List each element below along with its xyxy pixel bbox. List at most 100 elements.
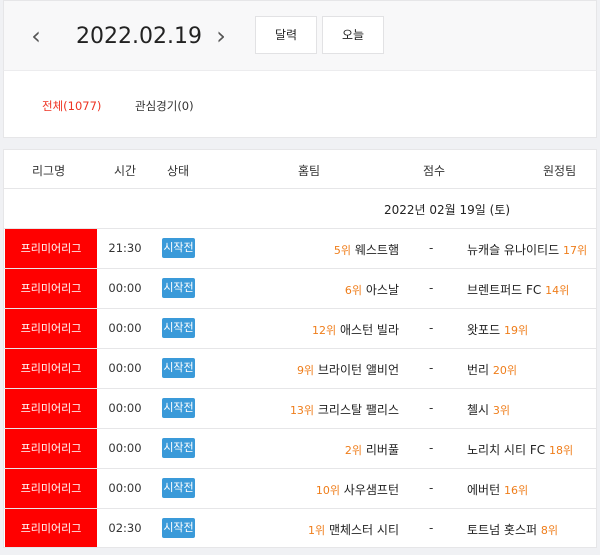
home-team[interactable]: 10위 사우샘프턴 (316, 481, 399, 498)
calendar-button[interactable]: 달력 (255, 16, 317, 54)
table-row[interactable]: 프리미어리그 21:30 시작전 5위 웨스트햄 - 뉴캐슬 유나이티드 17위 (4, 229, 596, 269)
league-badge[interactable]: 프리미어리그 (5, 269, 97, 308)
table-row[interactable]: 프리미어리그 00:00 시작전 2위 리버풀 - 노리치 시티 FC 18위 (4, 429, 596, 469)
home-team[interactable]: 1위 맨체스터 시티 (308, 521, 399, 538)
away-team-name: 토트넘 홋스퍼 (467, 523, 538, 537)
league-badge[interactable]: 프리미어리그 (5, 229, 97, 268)
status-badge: 시작전 (162, 278, 195, 298)
league-badge[interactable]: 프리미어리그 (5, 309, 97, 348)
league-badge[interactable]: 프리미어리그 (5, 469, 97, 508)
home-team[interactable]: 12위 애스턴 빌라 (312, 321, 399, 338)
column-header-status: 상태 (167, 164, 190, 178)
match-time: 02:30 (108, 521, 142, 535)
home-team-name: 아스날 (365, 283, 399, 297)
home-team[interactable]: 6위 아스날 (345, 281, 399, 298)
away-rank: 19위 (503, 324, 529, 337)
table-row[interactable]: 프리미어리그 00:00 시작전 10위 사우샘프턴 - 에버턴 16위 (4, 469, 596, 509)
chevron-left-icon[interactable]: ‹ (26, 23, 46, 49)
date-group-label: 2022년 02월 19일 (토) (384, 203, 511, 217)
home-rank: 2위 (344, 444, 363, 457)
table-row[interactable]: 프리미어리그 00:00 시작전 9위 브라이턴 앨비언 - 번리 20위 (4, 349, 596, 389)
match-time: 00:00 (108, 281, 142, 295)
away-team-name: 노리치 시티 FC (467, 443, 546, 457)
away-rank: 8위 (540, 524, 559, 537)
away-team[interactable]: 노리치 시티 FC 18위 (467, 441, 573, 458)
status-badge: 시작전 (162, 398, 195, 418)
chevron-right-icon[interactable]: › (211, 23, 231, 49)
home-team[interactable]: 13위 크리스탈 팰리스 (290, 401, 399, 418)
away-team[interactable]: 첼시 3위 (467, 401, 510, 418)
home-rank: 13위 (289, 404, 315, 417)
today-button[interactable]: 오늘 (322, 16, 384, 54)
column-header-home: 홈팀 (298, 164, 321, 178)
match-score: - (429, 241, 434, 255)
league-badge[interactable]: 프리미어리그 (5, 389, 97, 428)
table-row[interactable]: 프리미어리그 02:30 시작전 1위 맨체스터 시티 - 토트넘 홋스퍼 8위 (4, 509, 596, 547)
home-rank: 6위 (344, 284, 363, 297)
away-team[interactable]: 에버턴 16위 (467, 481, 528, 498)
column-header-away: 원정팀 (543, 164, 577, 178)
match-time: 00:00 (108, 441, 142, 455)
home-team[interactable]: 5위 웨스트햄 (334, 241, 399, 258)
away-team-name: 뉴캐슬 유나이티드 (467, 243, 560, 257)
status-badge: 시작전 (162, 318, 195, 338)
match-time: 21:30 (108, 241, 142, 255)
home-rank: 5위 (333, 244, 351, 257)
league-badge[interactable]: 프리미어리그 (5, 509, 97, 547)
league-badge[interactable]: 프리미어리그 (5, 349, 97, 388)
column-header-league: 리그명 (32, 164, 66, 178)
away-team[interactable]: 왓포드 19위 (467, 321, 528, 338)
away-rank: 14위 (545, 284, 570, 297)
match-score: - (429, 361, 434, 375)
status-badge: 시작전 (162, 478, 195, 498)
home-team-name: 사우샘프턴 (343, 483, 399, 497)
home-team-name: 맨체스터 시티 (328, 523, 399, 537)
table-row[interactable]: 프리미어리그 00:00 시작전 12위 애스턴 빌라 - 왓포드 19위 (4, 309, 596, 349)
match-score: - (429, 281, 434, 295)
date-group-heading: 2022년 02월 19일 (토) (4, 189, 596, 229)
away-team[interactable]: 번리 20위 (467, 361, 517, 378)
home-team-name: 브라이턴 앨비언 (317, 363, 399, 377)
match-score: - (429, 401, 434, 415)
away-team[interactable]: 브렌트퍼드 FC 14위 (467, 281, 569, 298)
match-time: 00:00 (108, 481, 142, 495)
home-team[interactable]: 2위 리버풀 (345, 441, 399, 458)
away-rank: 16위 (503, 484, 529, 497)
away-team-name: 왓포드 (467, 323, 501, 337)
filter-all-tab[interactable]: 전체(1077) (42, 98, 101, 114)
away-team-name: 에버턴 (467, 483, 501, 497)
status-badge: 시작전 (162, 238, 195, 258)
home-rank: 1위 (307, 524, 326, 537)
match-time: 00:00 (108, 321, 142, 335)
away-team-name: 첼시 (467, 403, 490, 417)
home-team-name: 크리스탈 팰리스 (317, 403, 399, 417)
league-badge[interactable]: 프리미어리그 (5, 429, 97, 468)
away-team-name: 브렌트퍼드 FC (467, 283, 542, 297)
home-rank: 9위 (296, 364, 315, 377)
current-date: 2022.02.19 (76, 24, 202, 49)
away-rank: 3위 (492, 404, 511, 417)
away-team[interactable]: 토트넘 홋스퍼 8위 (467, 521, 558, 538)
date-navigation-bar: ‹ 2022.02.19 › 달력 오늘 (3, 0, 597, 70)
match-score: - (429, 481, 434, 495)
match-score: - (429, 521, 434, 535)
table-header: 리그명 시간 상태 홈팀 점수 원정팀 (4, 150, 596, 189)
column-header-time: 시간 (114, 164, 137, 178)
filter-bar: 전체(1077) 관심경기(0) (3, 70, 597, 138)
away-rank: 20위 (492, 364, 518, 377)
away-rank: 17위 (562, 244, 588, 257)
status-badge: 시작전 (162, 358, 195, 378)
status-badge: 시작전 (162, 518, 195, 538)
home-rank: 12위 (312, 324, 337, 337)
match-score: - (429, 441, 434, 455)
table-row[interactable]: 프리미어리그 00:00 시작전 6위 아스날 - 브렌트퍼드 FC 14위 (4, 269, 596, 309)
table-row[interactable]: 프리미어리그 00:00 시작전 13위 크리스탈 팰리스 - 첼시 3위 (4, 389, 596, 429)
away-team[interactable]: 뉴캐슬 유나이티드 17위 (467, 241, 587, 258)
match-score: - (429, 321, 434, 335)
home-team[interactable]: 9위 브라이턴 앨비언 (297, 361, 399, 378)
home-rank: 10위 (315, 484, 340, 497)
match-time: 00:00 (108, 401, 142, 415)
away-rank: 18위 (548, 444, 574, 457)
filter-favorites-tab[interactable]: 관심경기(0) (135, 98, 194, 114)
status-badge: 시작전 (162, 438, 195, 458)
